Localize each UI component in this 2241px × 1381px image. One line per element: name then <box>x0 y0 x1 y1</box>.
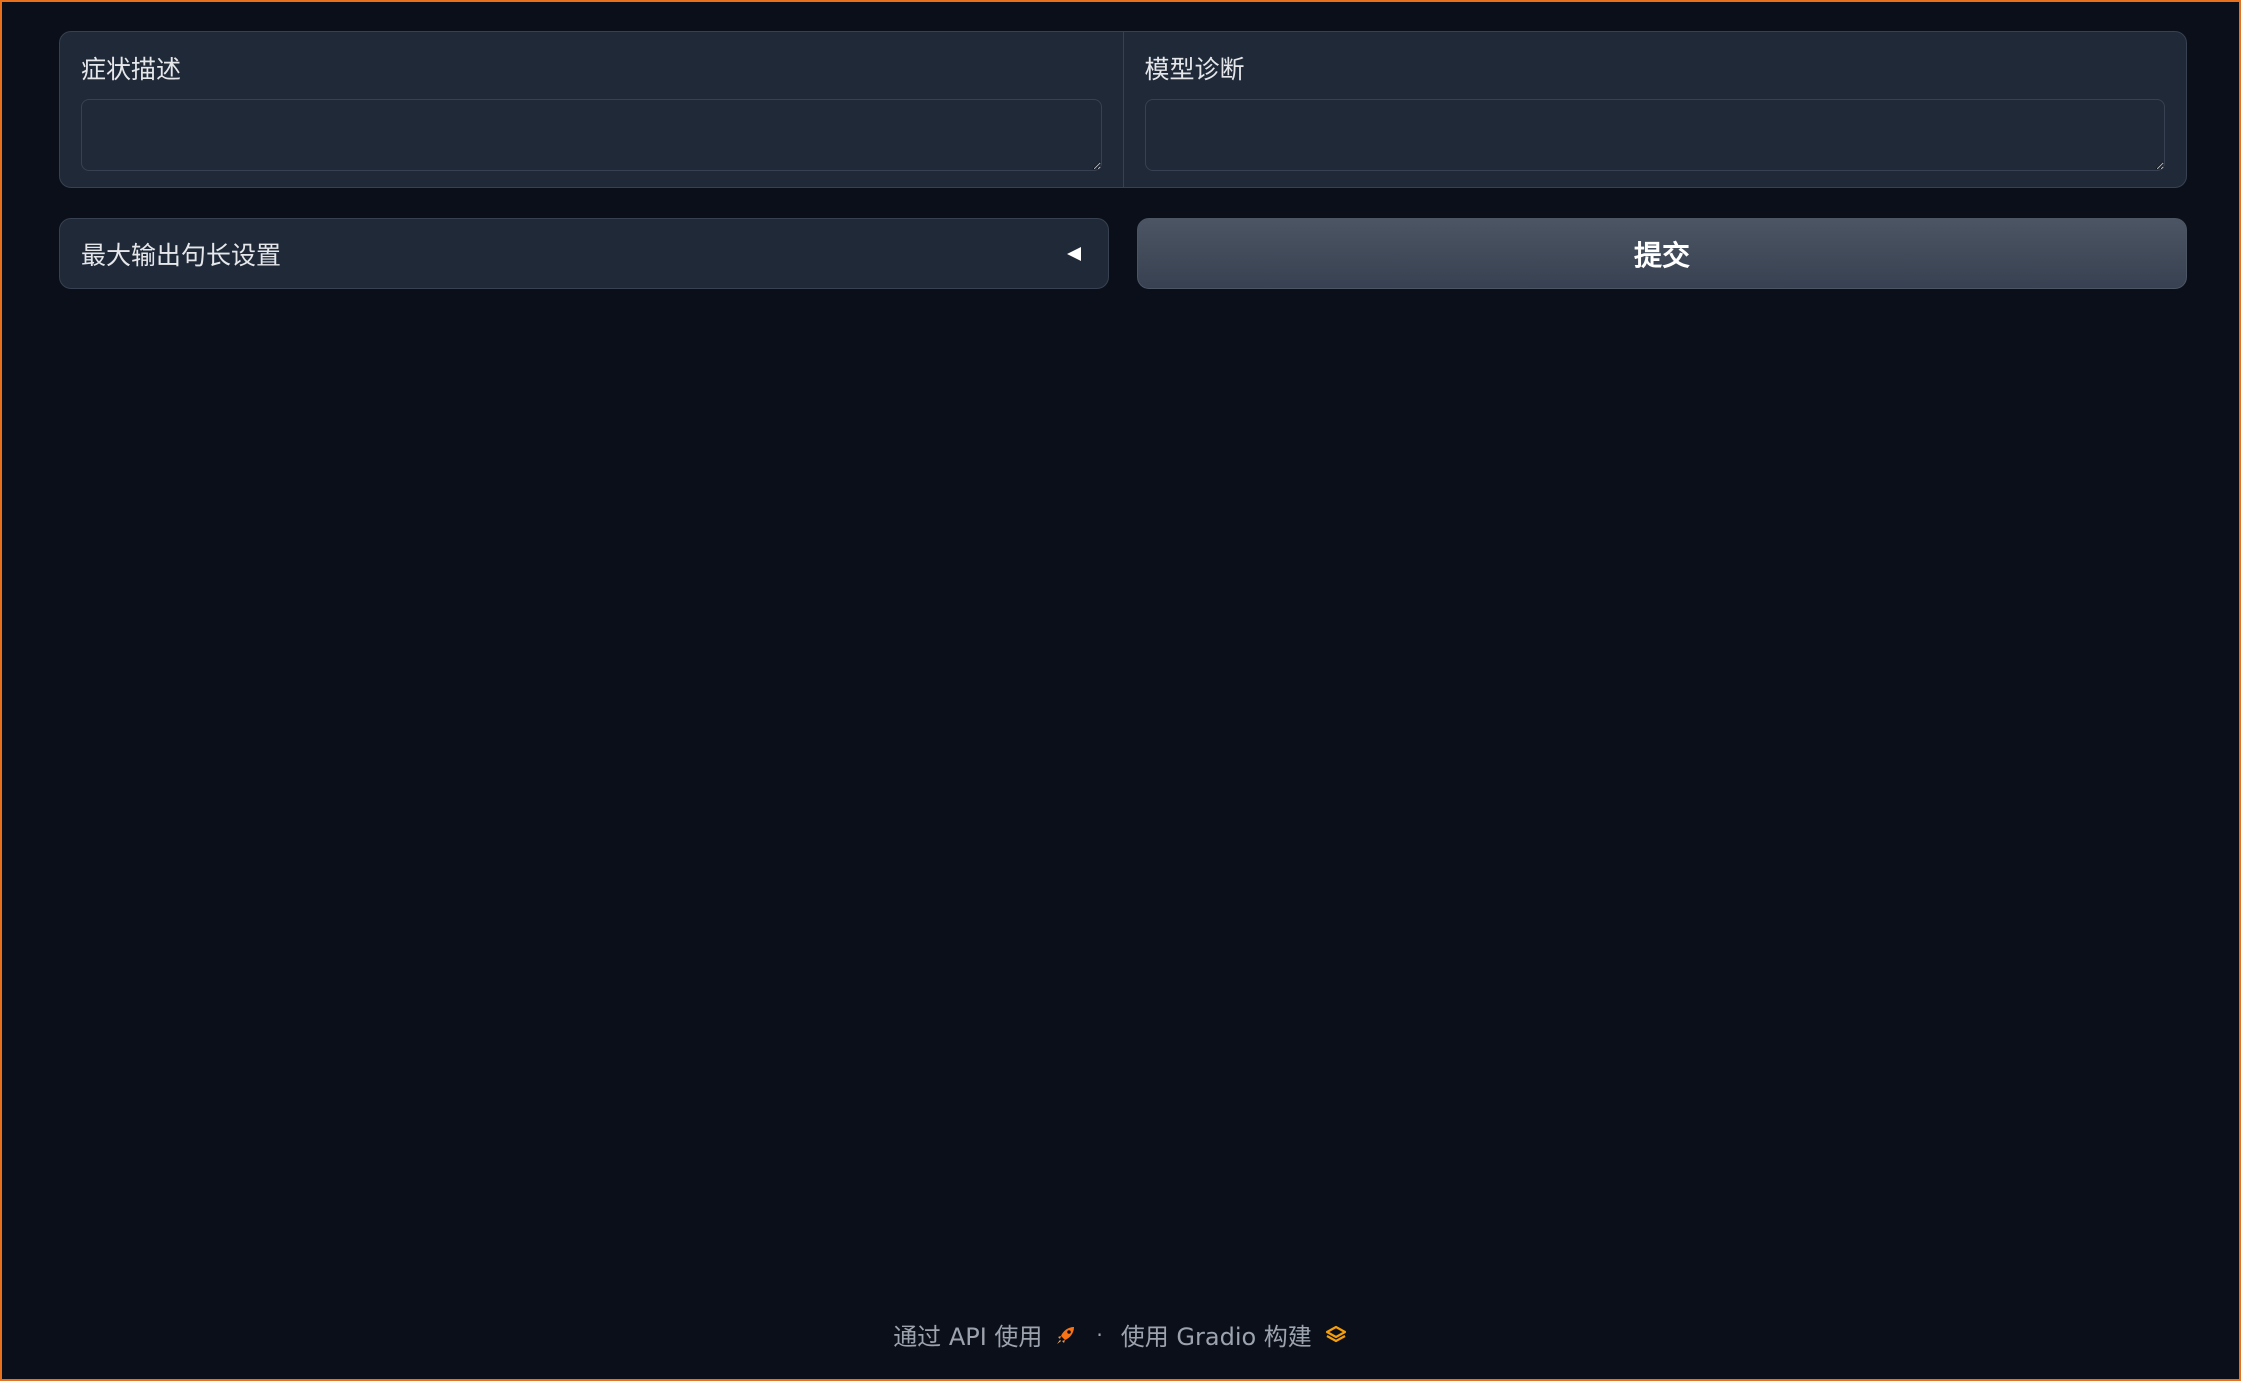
symptom-input[interactable] <box>81 99 1102 171</box>
submit-button[interactable]: 提交 <box>1137 218 2187 289</box>
diagnosis-output[interactable] <box>1144 99 2165 171</box>
footer: 通过 API 使用 · 使用 Gradio 构建 <box>2 1317 2239 1352</box>
accordion-label: 最大输出句长设置 <box>81 240 282 270</box>
triangle-left-icon <box>1067 246 1081 261</box>
footer-separator: · <box>1096 1322 1103 1347</box>
max-length-accordion[interactable]: 最大输出句长设置 <box>59 218 1109 289</box>
symptom-label: 症状描述 <box>81 55 182 84</box>
api-link-label: 通过 API 使用 <box>893 1323 1043 1351</box>
api-link[interactable]: 通过 API 使用 <box>893 1317 1078 1352</box>
diagnosis-label: 模型诊断 <box>1144 55 1245 84</box>
diagnosis-panel: 模型诊断 <box>1122 32 2187 187</box>
symptom-panel: 症状描述 <box>60 32 1123 187</box>
gradio-logo-icon <box>1325 1325 1346 1342</box>
gradio-link[interactable]: 使用 Gradio 构建 <box>1121 1317 1348 1352</box>
rocket-icon <box>1057 1326 1075 1344</box>
io-row: 症状描述 模型诊断 <box>59 31 2187 188</box>
app-window: 症状描述 模型诊断 最大输出句长设置 提交 通过 API 使用 · 使用 Gra… <box>0 0 2241 1381</box>
gradio-link-label: 使用 Gradio 构建 <box>1120 1323 1312 1351</box>
